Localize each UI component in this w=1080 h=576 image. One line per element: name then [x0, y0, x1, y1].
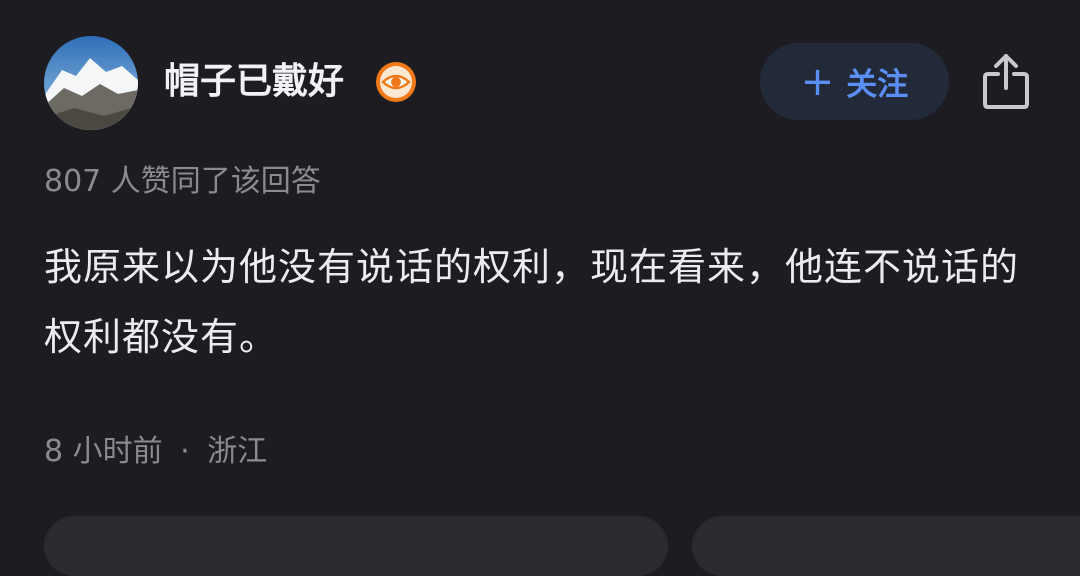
location: 浙江: [207, 434, 268, 469]
meta-separator: ·: [180, 434, 190, 469]
action-chip-left[interactable]: [44, 516, 668, 576]
avatar[interactable]: [44, 36, 138, 130]
answer-content: 我原来以为他没有说话的权利，现在看来，他连不说话的权利都没有。: [44, 245, 1020, 359]
post-time: 8 小时前: [44, 434, 163, 469]
vote-count: 807 人赞同了该回答: [44, 164, 321, 199]
answer-meta: 8 小时前 · 浙江: [44, 432, 267, 472]
eye-badge-icon: [375, 61, 417, 103]
follow-label: 关注: [846, 67, 909, 103]
plus-icon: +: [800, 58, 835, 105]
share-icon: [983, 54, 1029, 109]
follow-button[interactable]: + 关注: [760, 43, 949, 120]
share-button[interactable]: [980, 52, 1032, 110]
author-name[interactable]: 帽子已戴好: [164, 58, 344, 106]
action-chip-right[interactable]: [692, 516, 1080, 576]
